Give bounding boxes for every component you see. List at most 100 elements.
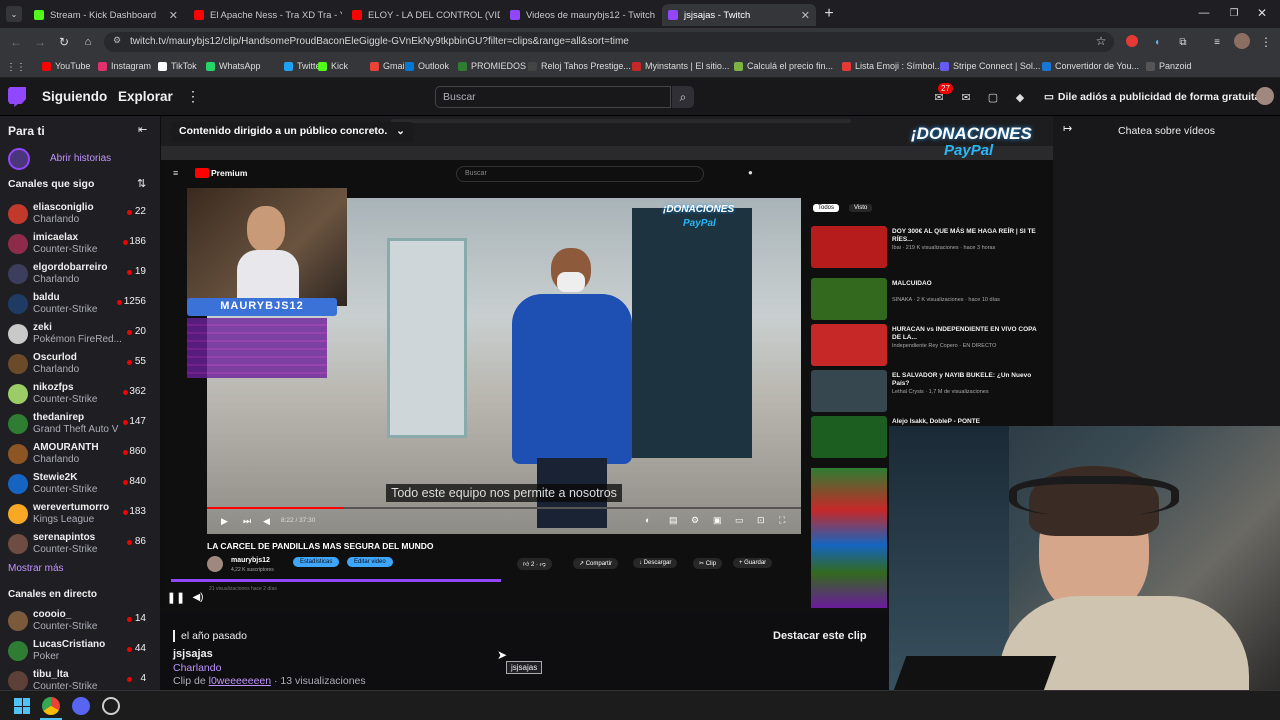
sidebar-channel[interactable]: LucasCristiano Poker 44 bbox=[0, 638, 160, 668]
bookmark-item[interactable]: Gmail bbox=[370, 61, 407, 71]
for-you-heading: Para ti bbox=[8, 124, 45, 138]
sidebar-channel[interactable]: coooio_ Counter-Strike 14 bbox=[0, 608, 160, 638]
twitch-logo-icon[interactable] bbox=[8, 87, 26, 107]
nav-browse-link[interactable]: Explorar bbox=[118, 89, 173, 104]
bookmark-item[interactable]: Kick bbox=[318, 61, 348, 71]
browser-tab[interactable]: ELOY - LA DEL CONTROL (VIDE✕ bbox=[346, 4, 500, 26]
clip-category-link[interactable]: Charlando bbox=[173, 662, 221, 674]
close-tab-icon[interactable]: ✕ bbox=[169, 9, 178, 22]
sidebar-channel[interactable]: thedanirep Grand Theft Auto V 147 bbox=[0, 411, 160, 441]
clip-progress-bar[interactable] bbox=[171, 579, 501, 582]
close-window-icon[interactable]: ✕ bbox=[1254, 5, 1270, 21]
video-subtitle: Todo este equipo nos permite a nosotros bbox=[386, 484, 622, 502]
sidebar-channel[interactable]: elgordobarreiro Charlando 19 bbox=[0, 261, 160, 291]
browser-tab[interactable]: El Apache Ness - Tra XD Tra - Yo✕ bbox=[188, 4, 342, 26]
sidebar-channel[interactable]: AMOURANTH Charlando 860 bbox=[0, 441, 160, 471]
sidebar-channel[interactable]: Oscurlod Charlando 55 bbox=[0, 351, 160, 381]
chrome-taskbar-icon[interactable] bbox=[42, 697, 60, 715]
bookmark-item[interactable]: TikTok bbox=[158, 61, 197, 71]
back-icon[interactable]: ← bbox=[8, 34, 24, 50]
close-tab-icon[interactable]: ✕ bbox=[801, 9, 810, 22]
sidebar-channel[interactable]: werevertumorro Kings League 183 bbox=[0, 501, 160, 531]
recommended-title: EL SALVADOR y NAYIB BUKELE: ¿Un Nuevo Pa… bbox=[892, 372, 1032, 387]
url-field[interactable]: ⚙ twitch.tv/maurybjs12/clip/HandsomeProu… bbox=[104, 32, 1114, 52]
channel-name: zeki bbox=[33, 322, 52, 333]
browser-tab[interactable]: Stream - Kick Dashboard ✕ bbox=[28, 4, 184, 26]
tab-search-icon[interactable]: ⌄ bbox=[6, 6, 22, 22]
forward-icon[interactable]: → bbox=[32, 34, 48, 50]
new-tab-icon[interactable]: + bbox=[820, 5, 838, 23]
open-stories-link[interactable]: Abrir historias bbox=[50, 153, 111, 164]
more-menu-icon[interactable]: ⋮ bbox=[186, 88, 200, 105]
sidebar-channel[interactable]: Stewie2K Counter-Strike 840 bbox=[0, 471, 160, 501]
search-input[interactable]: Buscar bbox=[435, 86, 671, 108]
sort-icon[interactable]: ⇅ bbox=[137, 177, 146, 190]
apps-grid-icon[interactable]: ⋮⋮ bbox=[6, 61, 26, 73]
user-avatar[interactable] bbox=[1256, 87, 1274, 105]
youtube-premium-label: Premium bbox=[211, 168, 248, 178]
ad-free-button[interactable]: ▭ Dile adiós a publicidad de forma gratui… bbox=[1036, 86, 1260, 108]
followed-channels-heading: Canales que sigo bbox=[8, 178, 95, 190]
browser-tab[interactable]: jsjsajas - Twitch ✕ bbox=[662, 4, 816, 26]
browser-tab-strip: ⌄ Stream - Kick Dashboard ✕ El Apache Ness… bbox=[0, 0, 1280, 28]
bookmark-item[interactable]: Calculá el precio fin... bbox=[734, 61, 833, 71]
bookmark-item[interactable]: Reloj Tahos Prestige... bbox=[528, 61, 631, 71]
extension-red-icon[interactable] bbox=[1126, 35, 1138, 47]
channel-avatar bbox=[8, 294, 28, 314]
browser-tab[interactable]: Videos de maurybjs12 - Twitch✕ bbox=[504, 4, 658, 26]
bookmark-item[interactable]: Outlook bbox=[405, 61, 449, 71]
search-icon[interactable]: ⌕ bbox=[672, 86, 694, 108]
profile-avatar[interactable] bbox=[1234, 33, 1250, 49]
sidebar-channel[interactable]: imicaelax Counter-Strike 186 bbox=[0, 231, 160, 261]
collapse-sidebar-icon[interactable]: ⇤ bbox=[138, 123, 147, 136]
sidebar-channel[interactable]: nikozfps Counter-Strike 362 bbox=[0, 381, 160, 411]
bookmark-item[interactable]: YouTube bbox=[42, 61, 90, 71]
bookmark-item[interactable]: Convertidor de You... bbox=[1042, 61, 1139, 71]
sidebar-channel[interactable]: eliasconiglio Charlando 22 bbox=[0, 201, 160, 231]
whispers-icon[interactable]: ▢ bbox=[985, 90, 1001, 104]
clip-author-link[interactable]: l0weeeeeeen bbox=[209, 675, 271, 687]
channel-category: Counter-Strike bbox=[33, 621, 98, 632]
stories-avatar[interactable] bbox=[8, 148, 30, 170]
inner-paypal-text: PayPal bbox=[683, 218, 716, 229]
bookmark-item[interactable]: Instagram bbox=[98, 61, 151, 71]
extensions-icon[interactable]: ⧉ bbox=[1176, 35, 1190, 49]
site-info-icon[interactable]: ⚙ bbox=[113, 35, 121, 46]
bookmark-item[interactable]: Myinstants | El sitio... bbox=[632, 61, 729, 71]
extension-audio-icon[interactable]: ◖ bbox=[1150, 35, 1164, 49]
nav-following-link[interactable]: Siguiendo bbox=[42, 89, 107, 104]
obs-taskbar-icon[interactable] bbox=[102, 697, 120, 715]
sidebar-channel[interactable]: serenapintos Counter-Strike 86 bbox=[0, 531, 160, 561]
bookmark-star-icon[interactable]: ☆ bbox=[1094, 34, 1108, 48]
reload-icon[interactable]: ↻ bbox=[56, 34, 72, 50]
inbox-icon[interactable]: ✉ bbox=[958, 90, 974, 104]
pause-icon[interactable]: ❚❚ bbox=[167, 590, 185, 604]
show-more-link[interactable]: Mostrar más bbox=[8, 563, 64, 574]
inner-tab-all: Todos bbox=[813, 204, 840, 212]
sidebar-channel[interactable]: baldu Counter-Strike 1256 bbox=[0, 291, 160, 321]
bookmark-label: Stripe Connect | Sol... bbox=[953, 61, 1041, 71]
channel-avatar bbox=[8, 384, 28, 404]
bookmark-item[interactable]: Lista Emoji : Símbol... bbox=[842, 61, 942, 71]
home-icon[interactable]: ⌂ bbox=[80, 34, 96, 50]
browser-menu-icon[interactable]: ⋮ bbox=[1260, 34, 1272, 50]
minimize-icon[interactable]: — bbox=[1196, 5, 1212, 21]
inner-miniplayer-icon: ▣ bbox=[713, 515, 722, 525]
bookmark-item[interactable]: Panzoid bbox=[1146, 61, 1192, 71]
restore-icon[interactable]: ❐ bbox=[1226, 5, 1242, 21]
chat-panel: ↦ Chatea sobre vídeos bbox=[1053, 116, 1280, 426]
audience-warning-banner[interactable]: Contenido dirigido a un público concreto… bbox=[171, 122, 413, 142]
bookmark-item[interactable]: WhatsApp bbox=[206, 61, 261, 71]
bits-icon[interactable]: ◆ bbox=[1012, 90, 1028, 104]
live-dot-icon bbox=[123, 390, 128, 395]
volume-icon[interactable]: ◀) bbox=[191, 590, 205, 604]
discord-taskbar-icon[interactable] bbox=[72, 697, 90, 715]
live-dot-icon bbox=[123, 420, 128, 425]
media-control-icon[interactable]: ≡ bbox=[1210, 35, 1224, 49]
windows-start-icon[interactable] bbox=[14, 698, 30, 714]
bookmark-item[interactable]: Stripe Connect | Sol... bbox=[940, 61, 1040, 71]
sidebar-channel[interactable]: zeki Pokémon FireRed... 20 bbox=[0, 321, 160, 351]
date-marker bbox=[173, 630, 175, 642]
highlight-clip-button[interactable]: Destacar este clip bbox=[773, 630, 867, 642]
bookmark-item[interactable]: PROMIEDOS bbox=[458, 61, 526, 71]
